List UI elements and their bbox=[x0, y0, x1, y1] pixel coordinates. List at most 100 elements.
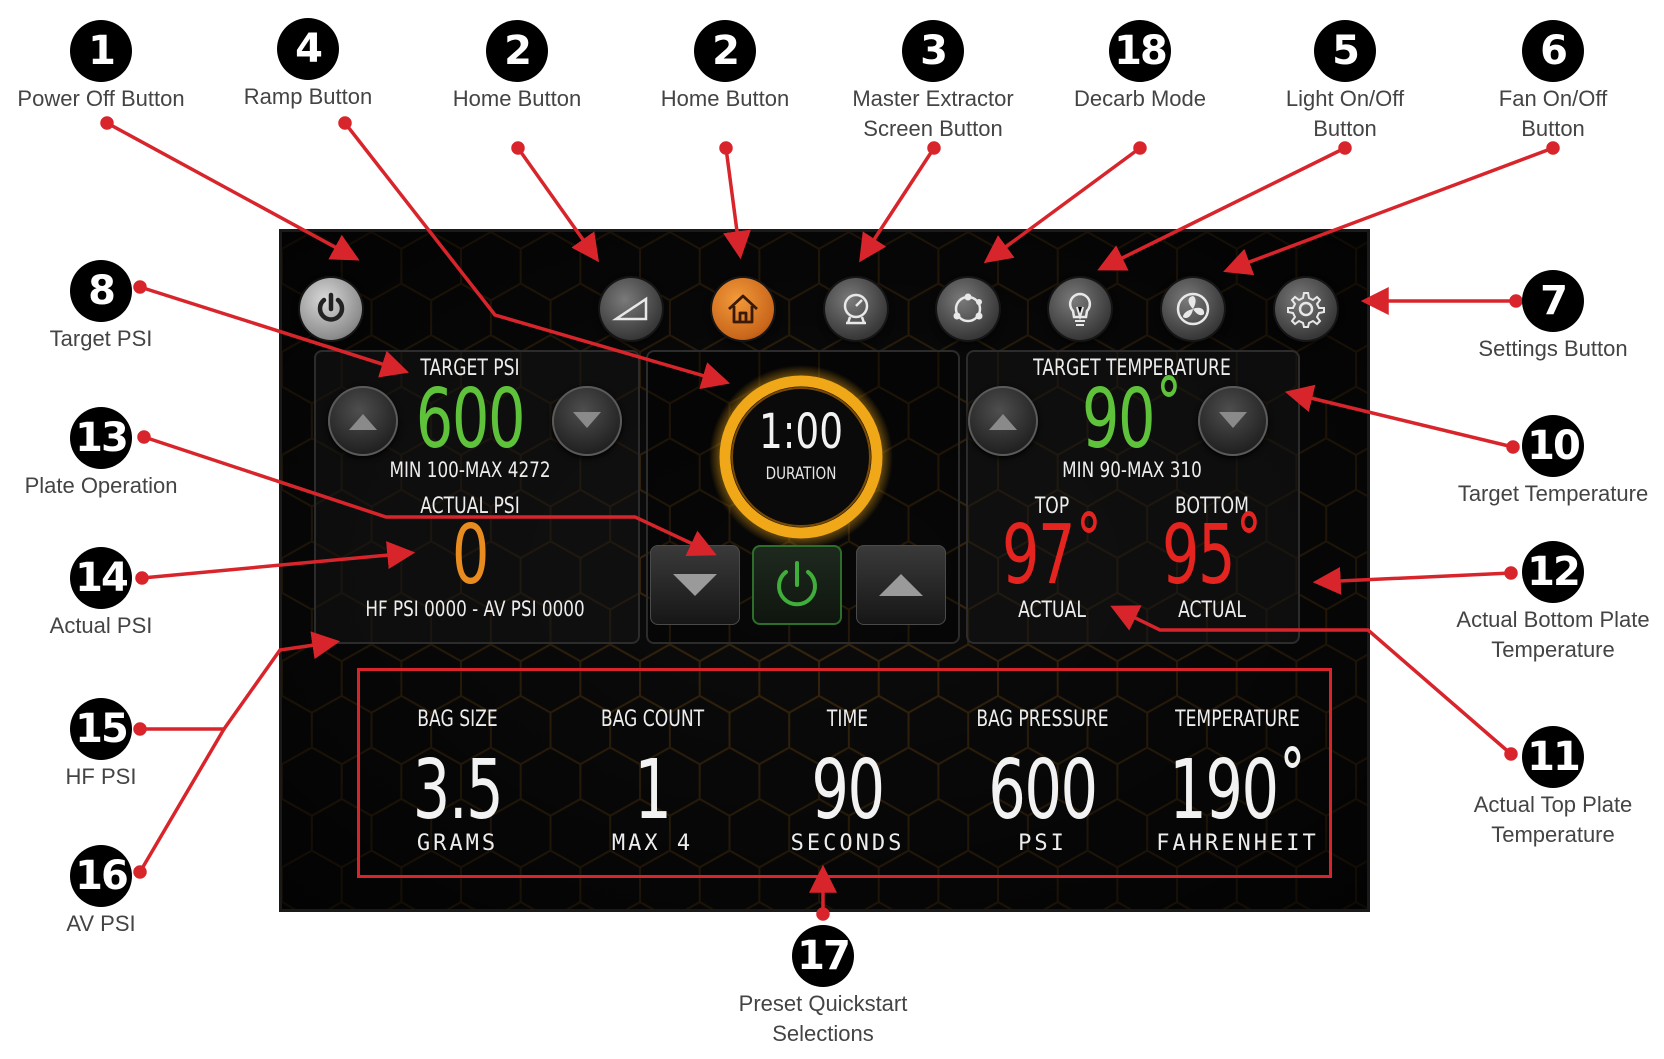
callout-plate-operation: 13 Plate Operation bbox=[0, 407, 216, 501]
fan-toggle-button[interactable] bbox=[1162, 278, 1224, 340]
preset-value: 600 bbox=[988, 743, 1098, 838]
callout-home-2: 2 Home Button bbox=[610, 20, 840, 114]
preset-bag-count[interactable]: BAG COUNT 1 MAX 4 bbox=[555, 671, 750, 881]
callout-hf-psi: 15 HF PSI bbox=[0, 698, 216, 792]
annotation-badge: 8 bbox=[70, 260, 132, 322]
annotation-badge: 5 bbox=[1314, 20, 1376, 82]
decarb-mode-button[interactable] bbox=[937, 278, 999, 340]
annotation-badge: 15 bbox=[70, 698, 132, 760]
triangle-down-icon bbox=[673, 574, 717, 596]
callout-actual-bottom-temp: 12 Actual Bottom Plate Temperature bbox=[1438, 541, 1664, 665]
annotation-badge: 12 bbox=[1522, 541, 1584, 603]
preset-header: TEMPERATURE bbox=[1175, 707, 1300, 732]
annotation-badge: 2 bbox=[694, 20, 756, 82]
annotation-badge: 18 bbox=[1109, 20, 1171, 82]
annotation-label: HF PSI bbox=[65, 764, 137, 789]
master-extractor-screen-button[interactable] bbox=[825, 278, 887, 340]
callout-decarb: 18 Decarb Mode bbox=[1025, 20, 1255, 114]
hf-av-psi-readout: HF PSI 0000 - AV PSI 0000 bbox=[365, 597, 585, 621]
annotation-badge: 17 bbox=[792, 925, 854, 987]
triangle-up-icon bbox=[879, 574, 923, 596]
annotation-label: Target Temperature bbox=[1457, 481, 1649, 506]
annotation-label: Home Button bbox=[452, 86, 582, 111]
fan-icon bbox=[1176, 292, 1210, 326]
decarb-molecule-icon bbox=[953, 293, 983, 323]
preset-value: 90 bbox=[811, 743, 885, 838]
callout-target-temperature: 10 Target Temperature bbox=[1438, 415, 1664, 509]
extractor-screen: TARGET PSI 600 MIN 100-MAX 4272 ACTUAL P… bbox=[279, 229, 1370, 912]
callout-light: 5 Light On/Off Button bbox=[1230, 20, 1460, 144]
plate-up-button[interactable] bbox=[856, 545, 946, 625]
timer-value: 1:00 bbox=[758, 404, 844, 460]
annotation-label: Ramp Button bbox=[243, 84, 373, 109]
timer-label: DURATION bbox=[765, 464, 837, 484]
preset-unit: FAHRENHEIT bbox=[1156, 831, 1319, 856]
lightbulb-icon bbox=[1068, 292, 1092, 326]
power-icon bbox=[777, 561, 817, 607]
target-temperature-value: 90˚ bbox=[1081, 372, 1184, 467]
temperature-range: MIN 90-MAX 310 bbox=[1062, 458, 1202, 482]
callout-presets: 17 Preset Quickstart Selections bbox=[708, 925, 938, 1049]
annotation-label: Light On/Off Button bbox=[1285, 86, 1405, 141]
temp-decrease-button[interactable] bbox=[1198, 386, 1268, 456]
preset-bag-pressure[interactable]: BAG PRESSURE 600 PSI bbox=[945, 671, 1140, 881]
preset-value: 190˚ bbox=[1169, 743, 1307, 838]
gear-icon bbox=[1287, 292, 1325, 328]
annotation-label: Actual Top Plate Temperature bbox=[1473, 792, 1633, 847]
callout-fan: 6 Fan On/Off Button bbox=[1438, 20, 1664, 144]
home-icon bbox=[728, 294, 758, 324]
preset-temperature[interactable]: TEMPERATURE 190˚ FAHRENHEIT bbox=[1140, 671, 1335, 881]
gauge-icon bbox=[843, 293, 869, 325]
annotation-label: Fan On/Off Button bbox=[1498, 86, 1608, 141]
home-button[interactable] bbox=[712, 278, 774, 340]
preset-unit: MAX 4 bbox=[611, 831, 694, 856]
annotation-label: Target PSI bbox=[49, 326, 153, 351]
temp-increase-button[interactable] bbox=[968, 386, 1038, 456]
annotation-badge: 3 bbox=[902, 20, 964, 82]
annotation-badge: 11 bbox=[1522, 726, 1584, 788]
settings-button[interactable] bbox=[1275, 278, 1337, 340]
annotation-badge: 7 bbox=[1522, 270, 1584, 332]
annotation-label: Decarb Mode bbox=[1073, 86, 1207, 111]
callout-actual-top-temp: 11 Actual Top Plate Temperature bbox=[1438, 726, 1664, 850]
annotation-badge: 4 bbox=[277, 18, 339, 80]
plate-power-button[interactable] bbox=[752, 545, 842, 625]
annotation-label: Settings Button bbox=[1478, 336, 1628, 361]
annotation-label: AV PSI bbox=[66, 911, 136, 936]
callout-ramp: 4 Ramp Button bbox=[193, 18, 423, 112]
bottom-plate-actual-value: 95˚ bbox=[1161, 508, 1264, 603]
annotation-label: Actual Bottom Plate Temperature bbox=[1456, 607, 1650, 662]
preset-unit: GRAMS bbox=[416, 831, 499, 856]
annotation-label: Power Off Button bbox=[17, 86, 185, 111]
annotation-badge: 10 bbox=[1522, 415, 1584, 477]
callout-av-psi: 16 AV PSI bbox=[0, 845, 216, 939]
plate-down-button[interactable] bbox=[650, 545, 740, 625]
light-toggle-button[interactable] bbox=[1049, 278, 1111, 340]
target-psi-value: 600 bbox=[415, 372, 526, 467]
power-icon bbox=[317, 292, 345, 322]
callout-settings: 7 Settings Button bbox=[1438, 270, 1664, 364]
callout-home-1: 2 Home Button bbox=[402, 20, 632, 114]
psi-increase-button[interactable] bbox=[328, 386, 398, 456]
annotation-badge: 16 bbox=[70, 845, 132, 907]
ramp-icon bbox=[611, 296, 648, 321]
arrow-dot bbox=[100, 116, 114, 130]
annotation-badge: 13 bbox=[70, 407, 132, 469]
preset-value: 3.5 bbox=[412, 743, 504, 838]
preset-header: BAG COUNT bbox=[600, 707, 705, 732]
bottom-plate-caption: ACTUAL bbox=[1178, 598, 1246, 623]
annotation-badge: 2 bbox=[486, 20, 548, 82]
power-off-button[interactable] bbox=[300, 278, 362, 340]
annotation-label: Plate Operation bbox=[24, 473, 178, 498]
annotation-label: Master Extractor Screen Button bbox=[852, 86, 1014, 141]
psi-range: MIN 100-MAX 4272 bbox=[389, 458, 551, 482]
annotation-label: Actual PSI bbox=[49, 613, 153, 638]
preset-unit: PSI bbox=[1018, 831, 1067, 856]
psi-decrease-button[interactable] bbox=[552, 386, 622, 456]
ramp-button[interactable] bbox=[600, 278, 662, 340]
preset-bag-size[interactable]: BAG SIZE 3.5 GRAMS bbox=[360, 671, 555, 881]
triangle-down-icon bbox=[573, 412, 601, 428]
preset-time[interactable]: TIME 90 SECONDS bbox=[750, 671, 945, 881]
preset-value: 1 bbox=[634, 743, 672, 838]
annotation-badge: 14 bbox=[70, 547, 132, 609]
